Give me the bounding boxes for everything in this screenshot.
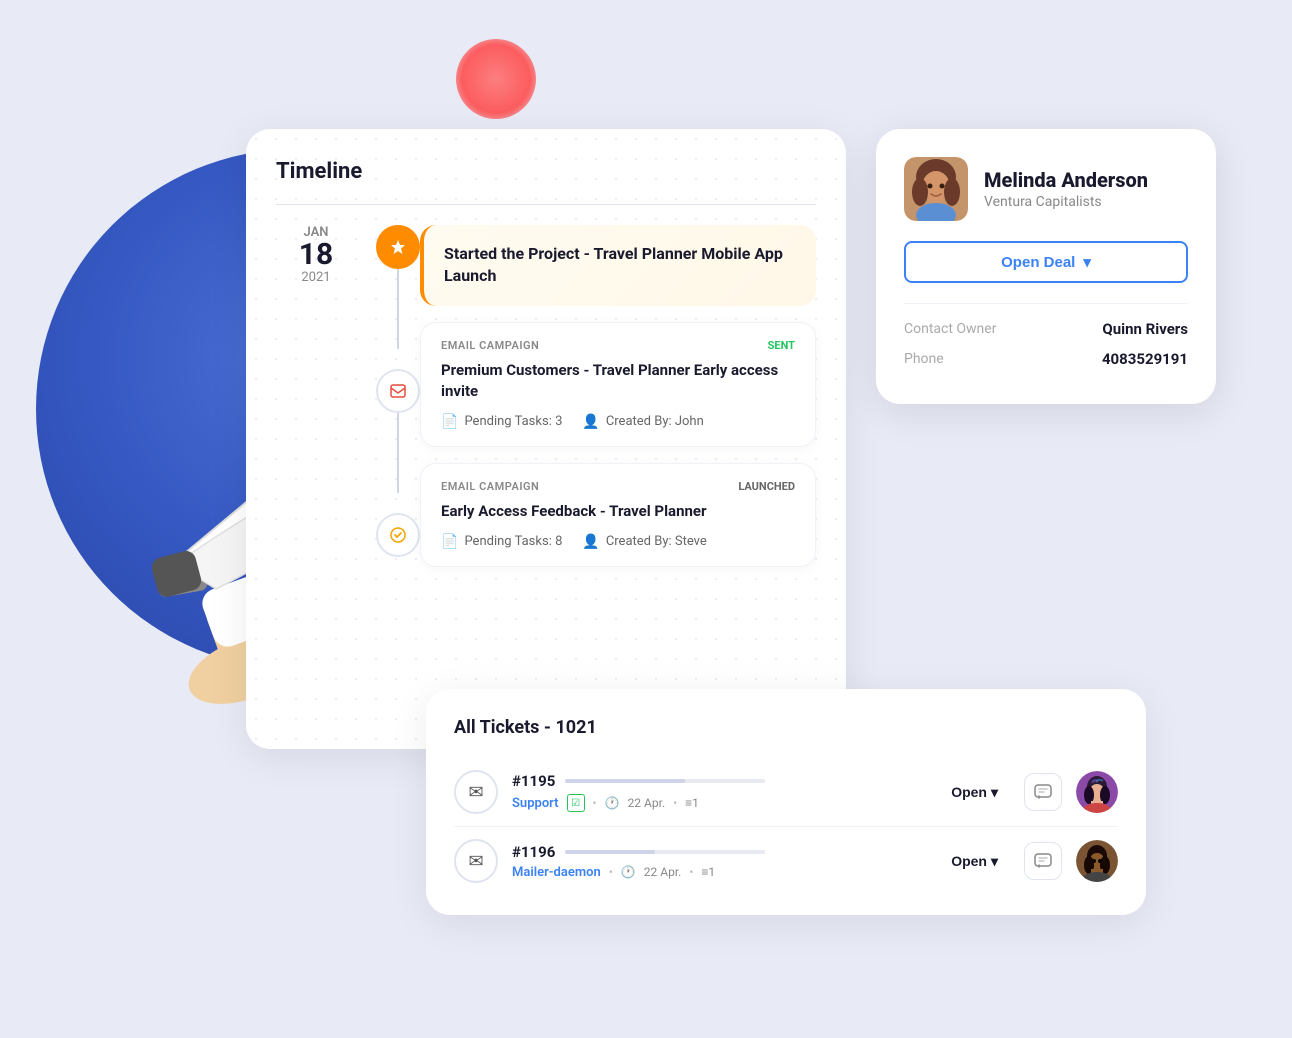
owner-label: Contact Owner: [904, 321, 996, 337]
campaign-1-tasks: 📄 Pending Tasks: 3: [441, 414, 562, 430]
tasks-icon-1: 📄: [441, 414, 458, 430]
ticket-1196-status-label: Open: [951, 853, 987, 869]
chevron-down-icon: ▾: [1083, 253, 1091, 271]
campaign-1-status: SENT: [768, 339, 795, 352]
timeline-line-1: [397, 269, 399, 349]
timeline-date: JAN 18 2021: [276, 225, 356, 567]
phone-label: Phone: [904, 351, 944, 367]
ticket-1195-count: ≡1: [685, 796, 699, 810]
owner-value: Quinn Rivers: [1102, 320, 1188, 338]
campaign-2-icon: [376, 513, 420, 557]
campaign-1-title: Premium Customers - Travel Planner Early…: [441, 360, 795, 402]
ticket-1195-envelope-icon: ✉: [454, 770, 498, 814]
sep-4: •: [689, 865, 693, 879]
timeline-item-campaign-2: EMAIL CAMPAIGN LAUNCHED Early Access Fee…: [420, 463, 816, 567]
timeline-title: Timeline: [276, 159, 816, 184]
contact-card: Melinda Anderson Ventura Capitalists Ope…: [876, 129, 1216, 404]
contact-field-owner: Contact Owner Quinn Rivers: [904, 320, 1188, 338]
campaign-1-icon: [376, 369, 420, 413]
campaign-1-type: EMAIL CAMPAIGN: [441, 339, 539, 352]
timeline-item-campaign-1: EMAIL CAMPAIGN SENT Premium Customers - …: [420, 322, 816, 447]
contact-avatar: [904, 157, 968, 221]
ticket-1196-number: #1196: [512, 843, 555, 861]
project-start-icon: [376, 225, 420, 269]
ticket-1195-status-button[interactable]: Open ▾: [939, 778, 1010, 807]
ticket-1195-date: 22 Apr.: [628, 796, 666, 810]
ticket-1196-envelope-icon: ✉: [454, 839, 498, 883]
person-icon-1: 👤: [582, 414, 599, 430]
ticket-1195-progress: [565, 779, 765, 783]
timeline-divider: [276, 204, 816, 205]
date-year: 2021: [299, 270, 333, 285]
sep-2: •: [673, 796, 677, 810]
clock-icon-2: 🕐: [621, 865, 636, 879]
campaign-2-creator: 👤 Created By: Steve: [582, 534, 706, 550]
campaign-1-creator: 👤 Created By: John: [582, 414, 703, 430]
ticket-1196-info: #1196 Mailer-daemon • 🕐 22 Apr. • ≡1: [512, 843, 925, 880]
clock-icon-1: 🕐: [605, 796, 620, 810]
ticket-row-1196: ✉ #1196 Mailer-daemon • 🕐 22 Apr. • ≡1: [454, 827, 1118, 895]
ticket-1196-chevron-icon: ▾: [991, 853, 998, 870]
ticket-1196-progress: [565, 850, 765, 854]
tickets-title: All Tickets - 1021: [454, 717, 1118, 738]
contact-field-phone: Phone 4083529191: [904, 350, 1188, 368]
project-title: Started the Project - Travel Planner Mob…: [444, 243, 796, 288]
campaign-2-title: Early Access Feedback - Travel Planner: [441, 501, 795, 522]
ticket-1196-status-button[interactable]: Open ▾: [939, 847, 1010, 876]
timeline-items-list: Started the Project - Travel Planner Mob…: [420, 225, 816, 567]
ticket-1195-avatar: [1076, 771, 1118, 813]
ticket-1196-tag: Mailer-daemon: [512, 865, 601, 880]
ticket-1196-chat-button[interactable]: [1024, 842, 1062, 880]
sep-3: •: [609, 865, 613, 879]
contact-company: Ventura Capitalists: [984, 194, 1148, 210]
ticket-1196-count: ≡1: [701, 865, 715, 879]
ticket-1195-number: #1195: [512, 772, 555, 790]
timeline-card: Timeline JAN 18 2021: [246, 129, 846, 749]
ticket-1195-tag-icon: ☑: [567, 794, 585, 812]
campaign-2-tasks: 📄 Pending Tasks: 8: [441, 534, 562, 550]
ticket-1195-status-label: Open: [951, 784, 987, 800]
phone-value: 4083529191: [1102, 350, 1188, 368]
open-deal-label: Open Deal: [1001, 254, 1075, 271]
open-deal-button[interactable]: Open Deal ▾: [904, 241, 1188, 283]
ticket-1195-chat-button[interactable]: [1024, 773, 1062, 811]
ticket-1196-date: 22 Apr.: [644, 865, 682, 879]
ticket-1195-info: #1195 Support ☑ • 🕐 22 Apr. • ≡1: [512, 772, 925, 812]
ticket-1196-avatar: [1076, 840, 1118, 882]
ticket-row-1195: ✉ #1195 Support ☑ • 🕐 22 Apr. • ≡1: [454, 758, 1118, 827]
timeline-line-2: [397, 413, 399, 493]
ticket-1195-chevron-icon: ▾: [991, 784, 998, 801]
timeline-item-project: Started the Project - Travel Planner Mob…: [420, 225, 816, 306]
ticket-1195-tag: Support: [512, 796, 559, 811]
background-blob: [456, 39, 536, 119]
date-day: 18: [299, 240, 333, 270]
sep-1: •: [593, 796, 597, 810]
campaign-2-status: LAUNCHED: [738, 480, 795, 493]
tasks-icon-2: 📄: [441, 534, 458, 550]
contact-name: Melinda Anderson: [984, 168, 1148, 192]
contact-divider: [904, 303, 1188, 304]
person-icon-2: 👤: [582, 534, 599, 550]
tickets-card: All Tickets - 1021 ✉ #1195 Support ☑ • 🕐…: [426, 689, 1146, 915]
campaign-2-type: EMAIL CAMPAIGN: [441, 480, 539, 493]
timeline-icons-column: [376, 225, 420, 567]
